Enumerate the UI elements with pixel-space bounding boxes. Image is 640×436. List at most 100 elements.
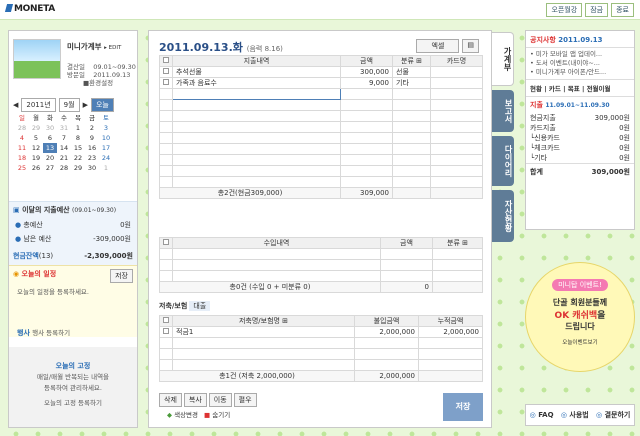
settings-link[interactable]: ■환경설정 [67,79,136,87]
calendar-day[interactable]: 12 [29,143,43,153]
tab-assets[interactable]: 자산현황 [492,190,514,242]
fixed-link[interactable]: 오늘의 고정 등록하기 [9,398,137,409]
calendar-day[interactable]: 19 [29,153,43,163]
calendar-day[interactable]: 5 [29,133,43,143]
lock-button[interactable]: 잠금 [585,3,609,17]
calendar-day[interactable]: 30 [43,123,57,133]
fixed-box: 오늘의 고정 매일/매월 반복되는 내역을 등록하여 관리하세요. 오늘의 고정… [9,347,137,427]
weekday-label: 목 [75,114,81,122]
calendar-day[interactable]: 24 [99,153,113,163]
hide-button[interactable]: ■ 숨기기 [204,409,230,419]
profile-title: 미니가계부 ▸ EDIT [67,42,122,51]
calendar-day[interactable]: 18 [15,153,29,163]
calendar-day[interactable]: 15 [71,143,85,153]
move-button[interactable]: 이동 [208,393,232,407]
income-table: 수입내역 금액 분류 ⊞ 총0건 (수입 0 + 미분류 0) 0 [159,237,483,293]
savings-select-all[interactable] [163,317,169,323]
calendar-day[interactable]: 23 [85,153,99,163]
income-select-all[interactable] [163,239,169,245]
col-savings-name: 저축명/보험명 ⊞ [172,315,355,327]
prev-icon[interactable]: ◀ [13,101,18,109]
help-bar: ◎ FAQ ◎ 사용법 ◎ 결문하기 [525,404,635,426]
status-row: 카드지출 0원 [530,124,630,132]
today-button[interactable]: 오늘 [90,98,114,112]
ad-line-3: 드립니다 [565,322,595,331]
next-icon[interactable]: ▶ [83,101,88,109]
save-button[interactable]: 저장 [443,393,483,421]
event-link[interactable]: 행사 등록하기 [32,329,70,337]
guide-link[interactable]: ◎ 사용법 [561,410,589,420]
year-select[interactable]: 2011년 [21,98,56,112]
select-all-checkbox[interactable] [163,57,169,63]
ad-more-link[interactable]: 오늘이벤트보기 [526,338,634,346]
calendar-day[interactable]: 29 [29,123,43,133]
expense-input[interactable] [172,88,341,100]
savings-summary: 총1건 (저축 2,000,000) 2,000,000 [159,370,483,382]
tab-account-book[interactable]: 가계부 [492,32,514,86]
tab-report[interactable]: 보고서 [492,90,514,132]
open-button[interactable]: 오픈월강 [546,3,583,17]
calendar-day[interactable]: 20 [43,153,57,163]
calendar-day[interactable]: 30 [85,163,99,173]
notice-item[interactable]: • 미가 모바일 앱 업데이... [530,50,630,59]
schedule-save-button[interactable]: 저장 [110,269,133,283]
tab-savings[interactable]: 저축/보험 [159,301,187,311]
delete-button[interactable]: 삭제 [159,393,182,407]
calendar-day[interactable]: 4 [15,133,29,143]
calendar-day[interactable]: 29 [71,163,85,173]
board-link[interactable]: ◎ 결문하기 [596,410,630,420]
status-tabs[interactable]: 현황 | 카드 | 목표 | 전월이월 [526,79,634,97]
event-banner[interactable]: 미니탑 이벤트! 단골 회원분들께 OK 캐쉬백을 드립니다 오늘이벤트보기 [525,262,635,372]
calendar-day[interactable]: 11 [15,143,29,153]
calendar-day[interactable]: 3 [99,123,113,133]
calendar-day[interactable]: 21 [57,153,71,163]
color-change-button[interactable]: ◆ 색상변경 [167,409,198,419]
calendar-day[interactable]: 27 [43,163,57,173]
calendar-day[interactable]: 7 [57,133,71,143]
calendar-day[interactable]: 2 [85,123,99,133]
income-summary: 총0건 (수입 0 + 미분류 0) 0 [159,281,483,293]
calendar-day[interactable]: 16 [85,143,99,153]
calendar-day[interactable]: 26 [29,163,43,173]
fixed-title: 오늘의 고정 [55,362,91,370]
calendar-day[interactable]: 9 [85,133,99,143]
action-buttons: 삭제 복사 이동 펼우 [159,393,257,407]
right-panel: 공지사항 2011.09.13 • 미가 모바일 앱 업데이... • 도서 이… [525,30,635,230]
calendar-day[interactable]: 1 [71,123,85,133]
notice-item[interactable]: • 도서 이벤트(내이야~... [530,59,630,68]
calendar-day[interactable]: 10 [99,133,113,143]
calendar-day[interactable]: 8 [71,133,85,143]
month-select[interactable]: 9월 [58,98,80,112]
expand-button[interactable]: 펼우 [233,393,257,407]
print-icon[interactable]: ▤ [462,39,479,53]
calendar-day[interactable]: 28 [15,123,29,133]
calendar-day[interactable]: 6 [43,133,57,143]
calendar-day[interactable]: 17 [99,143,113,153]
table-row[interactable]: 적금1 2,000,000 2,000,000 [159,326,483,338]
calendar-day[interactable]: 1 [99,163,113,173]
copy-button[interactable]: 복사 [183,393,207,407]
notice-item[interactable]: • 미니가계부 아이폰/안드... [530,68,630,77]
expense-summary: 총2건(현금309,000) 309,000 [159,187,483,199]
table-row[interactable]: 가족과 음료수 9,000 기타 [159,77,483,89]
col-income-amount: 금액 [380,237,433,249]
faq-link[interactable]: ◎ FAQ [530,411,554,419]
calendar-day[interactable]: 13 [43,143,57,153]
tab-diary[interactable]: 다이어리 [492,136,514,186]
budget-total: ● 총예산 0원 [15,221,131,229]
col-income-category: 분류 ⊞ [432,237,483,249]
col-accumulated: 누적금액 [418,315,483,327]
schedule-hint[interactable]: 오늘의 일정을 등록하세요. [9,286,137,296]
calendar-day[interactable]: 22 [71,153,85,163]
calendar-day[interactable]: 25 [15,163,29,173]
tab-loan[interactable]: 대출 [189,301,211,311]
exit-button[interactable]: 종료 [611,3,634,17]
ad-line-1: 단골 회원분들께 [552,298,608,307]
event-row: 행사 행사 등록하기 [17,329,71,337]
moneta-logo[interactable]: MONETA [4,4,55,14]
calendar-day[interactable]: 14 [57,143,71,153]
excel-button[interactable]: 엑셀 [416,39,460,53]
calendar-day[interactable]: 28 [57,163,71,173]
calendar-day[interactable]: 31 [57,123,71,133]
table-row[interactable]: 추석선물 300,000 선물 [159,66,483,78]
